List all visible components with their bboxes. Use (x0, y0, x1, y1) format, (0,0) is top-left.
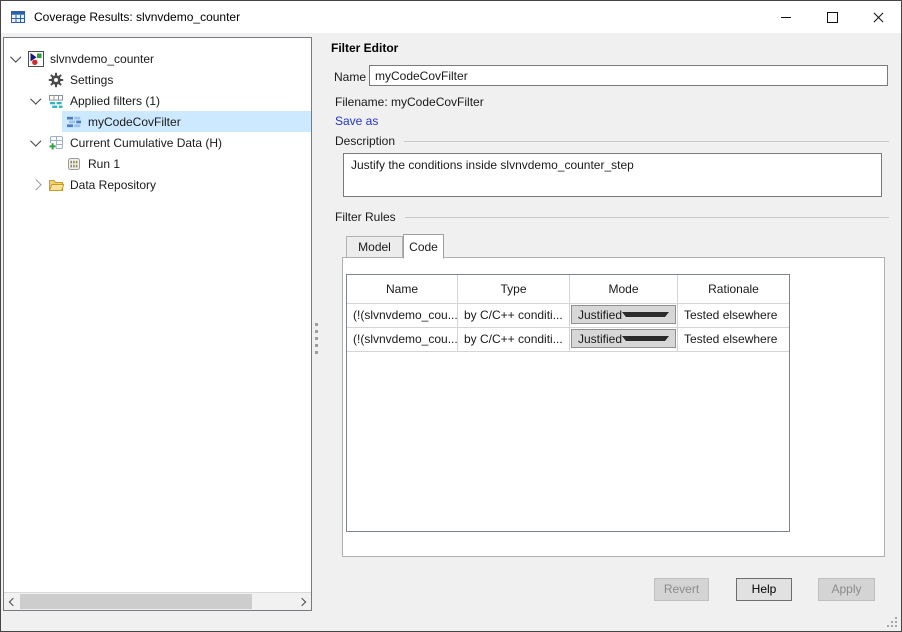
coverage-results-window: Coverage Results: slvnvdemo_counter s (0, 0, 902, 632)
resize-grip-icon[interactable] (885, 615, 897, 627)
filter-rules-table: Name Type Mode Rationale (!(slvnvdemo_co… (346, 274, 790, 532)
chevron-down-icon[interactable] (30, 136, 41, 147)
apply-button[interactable]: Apply (818, 578, 875, 601)
rule-name-cell: (!(slvnvdemo_cou... (347, 328, 458, 351)
results-tree-panel: slvnvdemo_counter Setti (3, 37, 312, 611)
gear-icon (48, 72, 64, 88)
tree-item-label: Data Repository (70, 178, 156, 192)
titlebar: Coverage Results: slvnvdemo_counter (1, 1, 901, 33)
tree-item-label: Current Cumulative Data (H) (70, 136, 222, 150)
section-divider (405, 217, 889, 218)
tree-item-label: Applied filters (1) (70, 94, 160, 108)
tree-item-label: Settings (70, 73, 113, 87)
revert-button[interactable]: Revert (654, 578, 709, 601)
filter-table-icon (48, 93, 64, 109)
chevron-left-icon (9, 597, 17, 605)
chevron-down-icon[interactable] (10, 52, 21, 63)
filter-rules-tabs: Model Code (346, 233, 444, 258)
tree-item-label: myCodeCovFilter (88, 115, 181, 129)
tree-item-settings[interactable]: Settings (4, 69, 311, 90)
column-header-mode[interactable]: Mode (570, 275, 678, 303)
simulink-model-icon (28, 51, 44, 67)
chevron-down-icon (622, 312, 669, 317)
rule-type-cell: by C/C++ conditi... (458, 304, 570, 327)
mode-dropdown[interactable]: Justified (571, 329, 676, 348)
panel-splitter[interactable] (312, 37, 320, 611)
maximize-icon (827, 12, 838, 23)
chevron-down-icon (622, 336, 669, 341)
description-textarea[interactable]: Justify the conditions inside slvnvdemo_… (343, 153, 882, 197)
minimize-icon (781, 17, 791, 18)
rule-name-cell: (!(slvnvdemo_cou... (347, 304, 458, 327)
column-header-type[interactable]: Type (458, 275, 570, 303)
filter-rules-label: Filter Rules (335, 210, 396, 224)
table-row[interactable]: (!(slvnvdemo_cou... by C/C++ conditi... … (347, 328, 789, 352)
cumulative-data-icon (48, 135, 64, 151)
rule-rationale-cell: Tested elsewhere (678, 328, 789, 351)
results-tree: slvnvdemo_counter Setti (4, 38, 311, 195)
filter-icon (66, 114, 82, 130)
chevron-down-icon[interactable] (30, 94, 41, 105)
help-button[interactable]: Help (736, 578, 792, 601)
run-icon (66, 156, 82, 172)
rule-type-cell: by C/C++ conditi... (458, 328, 570, 351)
rule-rationale-cell: Tested elsewhere (678, 304, 789, 327)
close-icon (873, 12, 884, 23)
name-label: Name (334, 70, 366, 84)
tree-item-mycodecovfilter[interactable]: myCodeCovFilter (62, 111, 311, 132)
tab-code[interactable]: Code (403, 234, 444, 259)
mode-dropdown-value: Justified (578, 304, 622, 326)
minimize-button[interactable] (763, 1, 809, 33)
mode-dropdown-value: Justified (578, 328, 622, 350)
scroll-right-button[interactable] (295, 593, 311, 610)
chevron-right-icon (298, 597, 306, 605)
horizontal-scrollbar[interactable] (4, 592, 311, 610)
column-header-rationale[interactable]: Rationale (678, 275, 789, 303)
maximize-button[interactable] (809, 1, 855, 33)
app-table-icon (10, 9, 26, 25)
filter-editor-title: Filter Editor (331, 41, 398, 55)
tree-item-cumulative-data[interactable]: Current Cumulative Data (H) (4, 132, 311, 153)
tab-model[interactable]: Model (346, 236, 403, 258)
save-as-link[interactable]: Save as (335, 114, 378, 128)
tree-item-model[interactable]: slvnvdemo_counter (4, 48, 311, 69)
column-header-name[interactable]: Name (347, 275, 458, 303)
name-input[interactable] (369, 65, 888, 86)
filename-text: Filename: myCodeCovFilter (335, 95, 484, 109)
scroll-left-button[interactable] (4, 593, 20, 610)
folder-icon (48, 177, 64, 193)
tree-item-data-repository[interactable]: Data Repository (4, 174, 311, 195)
tree-item-label: Run 1 (88, 157, 120, 171)
scrollbar-thumb[interactable] (20, 594, 252, 609)
table-row[interactable]: (!(slvnvdemo_cou... by C/C++ conditi... … (347, 304, 789, 328)
close-button[interactable] (855, 1, 901, 33)
table-header-row: Name Type Mode Rationale (347, 275, 789, 304)
tree-item-run1[interactable]: Run 1 (4, 153, 311, 174)
window-title: Coverage Results: slvnvdemo_counter (34, 10, 240, 24)
section-divider (404, 141, 889, 142)
description-label: Description (335, 134, 395, 148)
tree-item-label: slvnvdemo_counter (50, 52, 154, 66)
chevron-right-icon[interactable] (30, 179, 41, 190)
tree-item-applied-filters[interactable]: Applied filters (1) (4, 90, 311, 111)
scrollbar-track[interactable] (20, 594, 295, 609)
mode-dropdown[interactable]: Justified (571, 305, 676, 324)
